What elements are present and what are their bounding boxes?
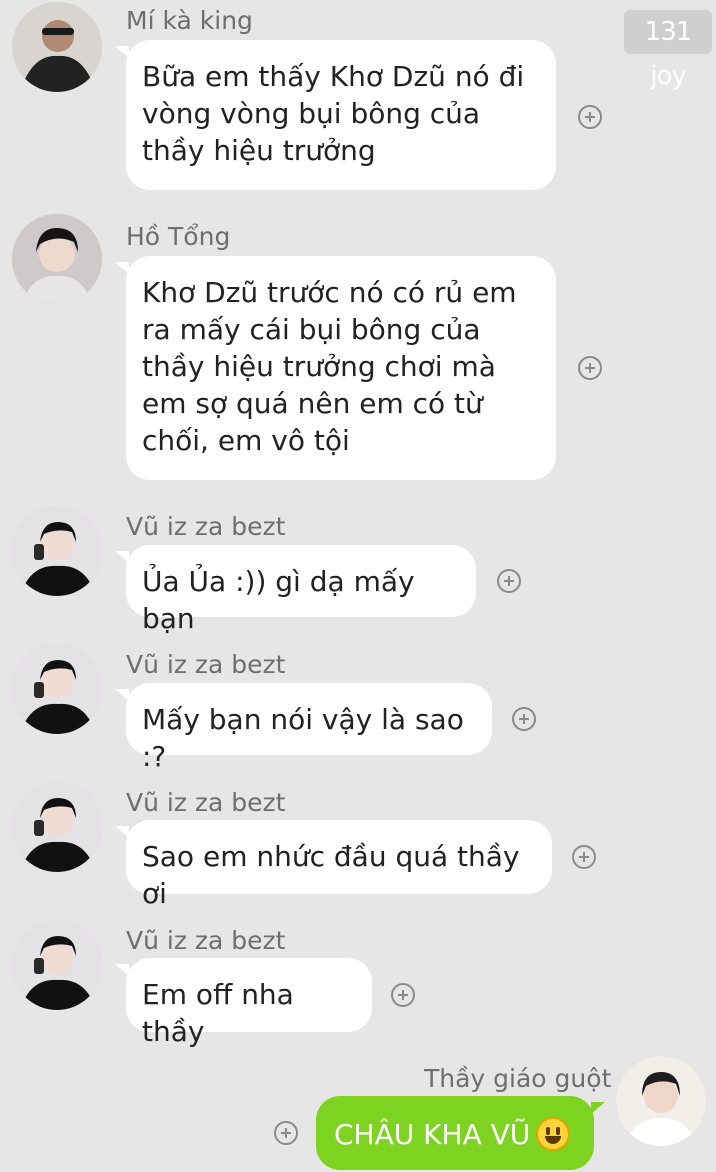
message-text: CHÂU KHA VŨ bbox=[334, 1118, 531, 1151]
smiley-emoji-icon bbox=[536, 1117, 571, 1151]
add-reaction-icon[interactable] bbox=[274, 1121, 298, 1145]
message-bubble[interactable]: CHÂU KHA VŨ bbox=[316, 1096, 605, 1170]
avatar[interactable] bbox=[616, 1056, 706, 1146]
sender-name: Thầy giáo guột bbox=[424, 1064, 612, 1093]
message-item-own: Thầy giáo guột CHÂU KHA VŨ bbox=[0, 0, 716, 1172]
